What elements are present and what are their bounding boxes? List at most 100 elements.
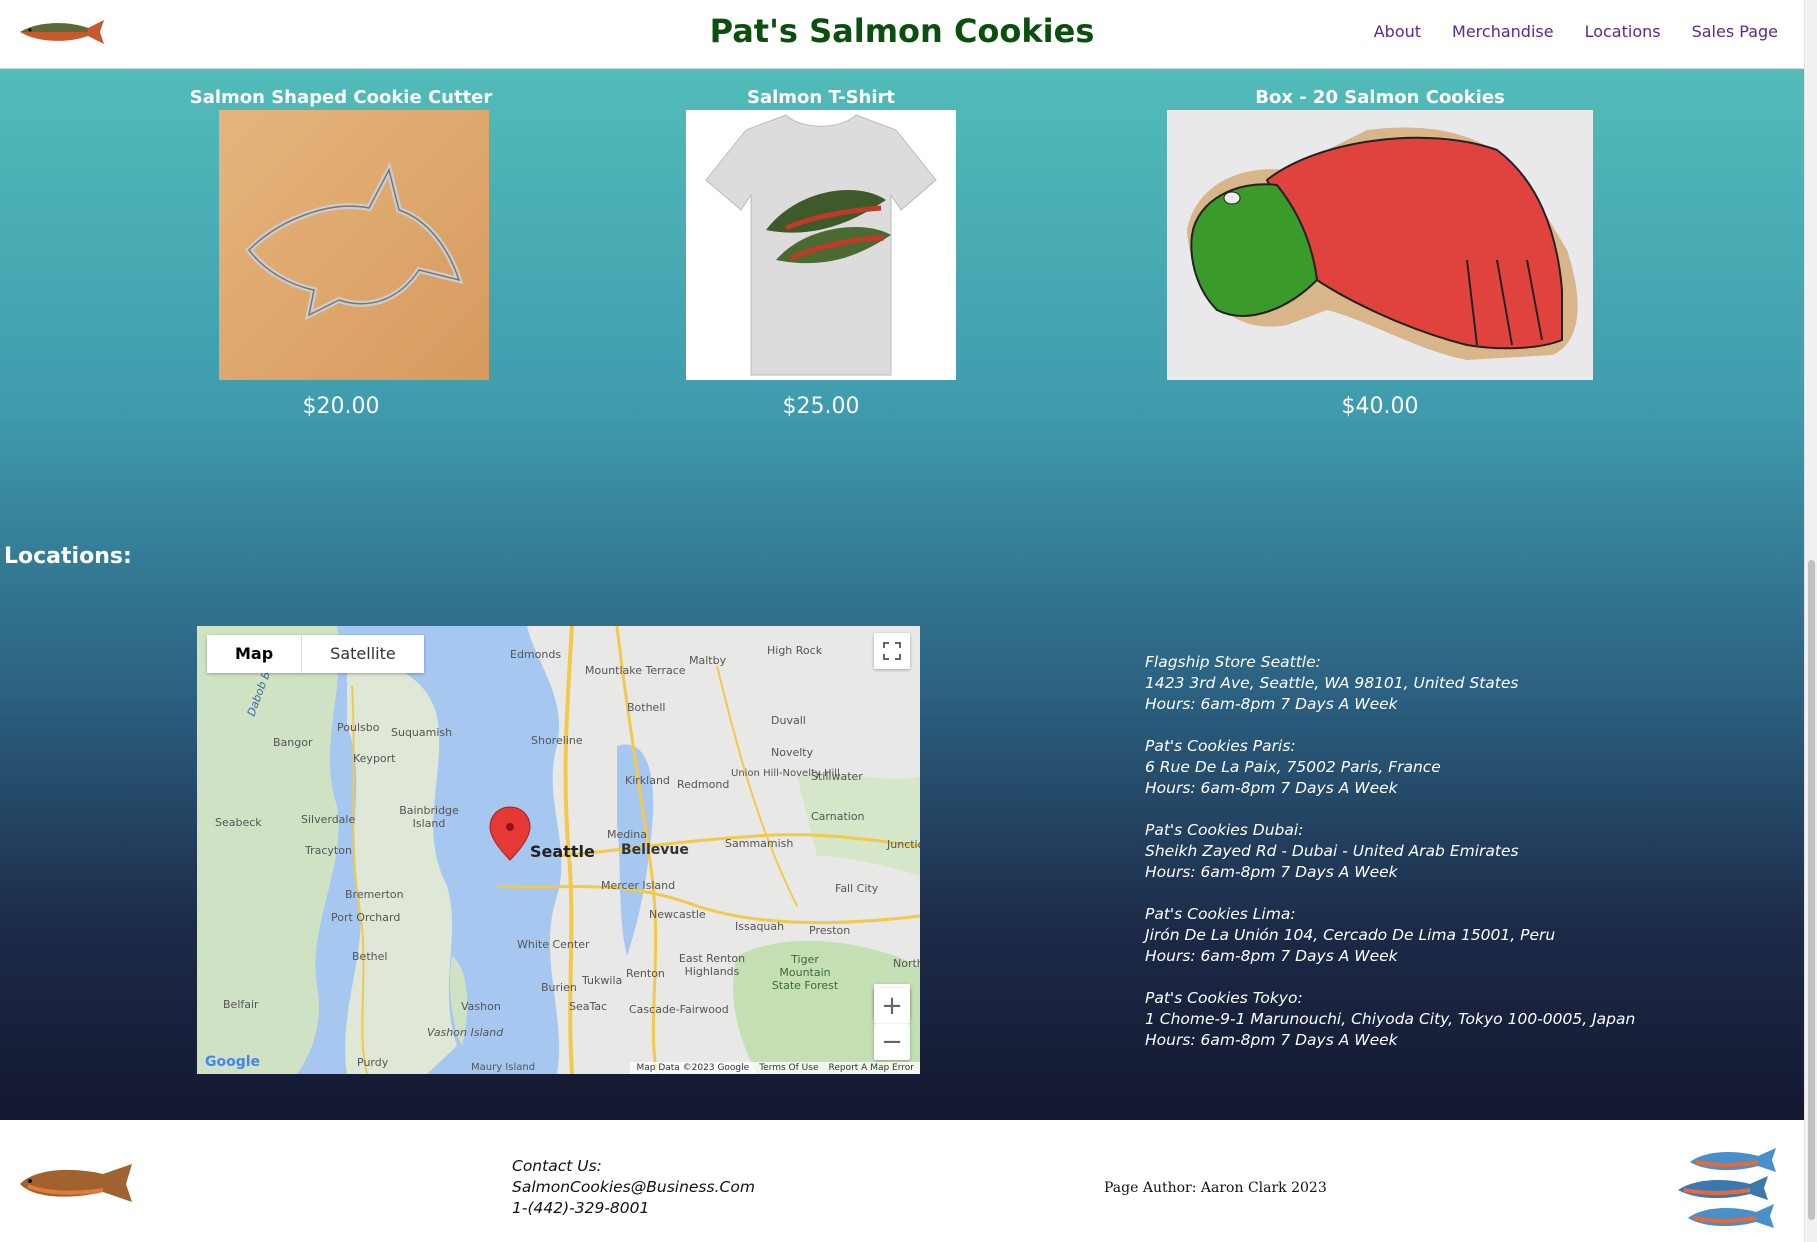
map-place-label: Redmond — [677, 778, 730, 791]
store-hours: Hours: 6am-8pm 7 Days A Week — [1145, 779, 1398, 797]
tshirt-image — [686, 110, 956, 380]
map-place-label: Fall City — [835, 882, 879, 895]
store-name: Pat's Cookies Dubai: — [1145, 821, 1304, 839]
map-place-label: Port Orchard — [331, 911, 401, 924]
map-place-label: Renton — [626, 967, 665, 980]
report-map-error-link[interactable]: Report A Map Error — [828, 1063, 914, 1073]
map-place-label: Duvall — [771, 714, 806, 727]
product-card: Salmon Shaped Cookie Cutter $20.00 — [180, 86, 502, 419]
terms-of-use-link[interactable]: Terms Of Use — [759, 1063, 818, 1073]
store-address: 1 Chome-9-1 Marunouchi, Chiyoda City, To… — [1145, 1010, 1636, 1028]
store-entry: Pat's Cookies Lima: Jirón De La Unión 10… — [1145, 904, 1635, 967]
product-card: Salmon T-Shirt $25.00 — [686, 86, 956, 419]
zoom-out-button[interactable]: − — [874, 1024, 910, 1060]
map-data-text: Map Data ©2023 Google — [636, 1063, 750, 1073]
map-place-label: East Renton Highlands — [678, 952, 746, 978]
map-place-label: Maltby — [689, 654, 727, 667]
product-name: Box - 20 Salmon Cookies — [1255, 87, 1505, 108]
contact-email[interactable]: SalmonCookies@Business.Com — [512, 1177, 755, 1198]
store-name: Pat's Cookies Lima: — [1145, 905, 1296, 923]
store-hours: Hours: 6am-8pm 7 Days A Week — [1145, 695, 1398, 713]
store-address: 1423 3rd Ave, Seattle, WA 98101, United … — [1145, 674, 1519, 692]
product-price: $20.00 — [302, 394, 380, 419]
map-place-label: Mountlake Terrace — [585, 664, 686, 677]
fullscreen-icon[interactable] — [874, 633, 910, 669]
store-hours: Hours: 6am-8pm 7 Days A Week — [1145, 947, 1398, 965]
store-locations-list: Flagship Store Seattle: 1423 3rd Ave, Se… — [1145, 652, 1635, 1072]
page-author: Page Author: Aaron Clark 2023 — [1104, 1180, 1327, 1196]
trout-icon — [20, 1164, 132, 1202]
map-place-label: Vashon — [461, 1000, 501, 1013]
map-place-label: Tiger Mountain State Forest — [771, 953, 839, 992]
store-name: Pat's Cookies Tokyo: — [1145, 989, 1303, 1007]
nav-sales-page-link[interactable]: Sales Page — [1692, 22, 1778, 41]
map-place-label: SeaTac — [569, 1000, 608, 1013]
nav-about-link[interactable]: About — [1374, 22, 1421, 41]
store-address: Jirón De La Unión 104, Cercado De Lima 1… — [1145, 926, 1556, 944]
map-place-label: Newcastle — [649, 908, 706, 921]
map-place-label: White Center — [517, 938, 590, 951]
google-logo: Google — [205, 1054, 261, 1070]
map-place-label: Cascade-Fairwood — [629, 1003, 729, 1016]
salmon-cookie-image — [1167, 110, 1593, 380]
map-place-label: Vashon Island — [427, 1026, 504, 1039]
map-place-label: Sammamish — [725, 837, 794, 850]
map-place-label: Seabeck — [215, 816, 262, 829]
scrollbar-thumb[interactable] — [1808, 560, 1815, 1220]
plus-icon: + — [881, 991, 903, 1021]
location-map[interactable]: Seattle Edmonds Mountlake Terrace Maltby… — [197, 626, 920, 1074]
product-name: Salmon Shaped Cookie Cutter — [189, 87, 493, 108]
map-place-label: Preston — [809, 924, 851, 937]
minus-icon: − — [881, 1027, 903, 1057]
map-place-label: Medina — [607, 828, 648, 841]
map-place-label: Bellevue — [621, 842, 689, 858]
site-header: Pat's Salmon Cookies About Merchandise L… — [0, 0, 1804, 69]
map-tab-satellite[interactable]: Satellite — [302, 635, 424, 673]
store-entry: Pat's Cookies Paris: 6 Rue De La Paix, 7… — [1145, 736, 1635, 799]
map-place-label: Bothell — [627, 701, 666, 714]
store-address: Sheikh Zayed Rd - Dubai - United Arab Em… — [1145, 842, 1519, 860]
map-place-label: Keyport — [353, 752, 396, 765]
map-type-control: Map Satellite — [207, 635, 424, 673]
map-place-label: Bainbridge Island — [399, 804, 459, 830]
map-place-label: Bangor — [273, 736, 313, 749]
product-price: $25.00 — [782, 394, 860, 419]
map-place-label: Shoreline — [531, 734, 583, 747]
page-scrollbar[interactable] — [1804, 0, 1817, 1242]
map-place-label: Kirkland — [625, 774, 670, 787]
nav-merchandise-link[interactable]: Merchandise — [1452, 22, 1554, 41]
main-nav: About Merchandise Locations Sales Page — [1374, 22, 1778, 41]
map-place-label: Edmonds — [510, 648, 562, 661]
map-attribution: Map Data ©2023 Google Terms Of Use Repor… — [630, 1062, 920, 1074]
map-place-label: Tukwila — [582, 974, 623, 987]
map-pin-label: Seattle — [530, 842, 595, 861]
store-hours: Hours: 6am-8pm 7 Days A Week — [1145, 863, 1398, 881]
store-name: Pat's Cookies Paris: — [1145, 737, 1296, 755]
map-place-label: Poulsbo — [337, 721, 380, 734]
map-place-label: Issaquah — [735, 920, 785, 933]
map-place-label: North — [893, 957, 920, 970]
cookie-cutter-image — [219, 110, 489, 380]
product-price: $40.00 — [1341, 394, 1419, 419]
map-place-label: Bremerton — [345, 888, 404, 901]
map-place-label: Novelty — [771, 746, 814, 759]
product-card: Box - 20 Salmon Cookies $40.00 — [1167, 86, 1593, 419]
map-place-label: Belfair — [223, 998, 259, 1011]
nav-locations-link[interactable]: Locations — [1585, 22, 1661, 41]
map-place-label: Carnation — [811, 810, 865, 823]
locations-heading: Locations: — [4, 544, 132, 569]
contact-phone[interactable]: 1-(442)-329-8001 — [512, 1198, 755, 1219]
store-entry: Pat's Cookies Tokyo: 1 Chome-9-1 Marunou… — [1145, 988, 1635, 1051]
map-place-label: Stillwater — [811, 770, 863, 783]
contact-info: Contact Us: SalmonCookies@Business.Com 1… — [512, 1156, 755, 1219]
map-tab-map[interactable]: Map — [207, 635, 303, 673]
store-entry: Pat's Cookies Dubai: Sheikh Zayed Rd - D… — [1145, 820, 1635, 883]
product-name: Salmon T-Shirt — [746, 87, 896, 108]
map-place-label: Tracyton — [305, 844, 352, 857]
zoom-in-button[interactable]: + — [874, 988, 910, 1024]
site-footer: Contact Us: SalmonCookies@Business.Com 1… — [0, 1120, 1804, 1242]
map-place-label: Mercer Island — [601, 879, 676, 892]
main-content: Salmon Shaped Cookie Cutter $20.00 Salmo… — [0, 68, 1804, 1120]
store-address: 6 Rue De La Paix, 75002 Paris, France — [1145, 758, 1441, 776]
salmon-group-icon — [1678, 1148, 1776, 1228]
